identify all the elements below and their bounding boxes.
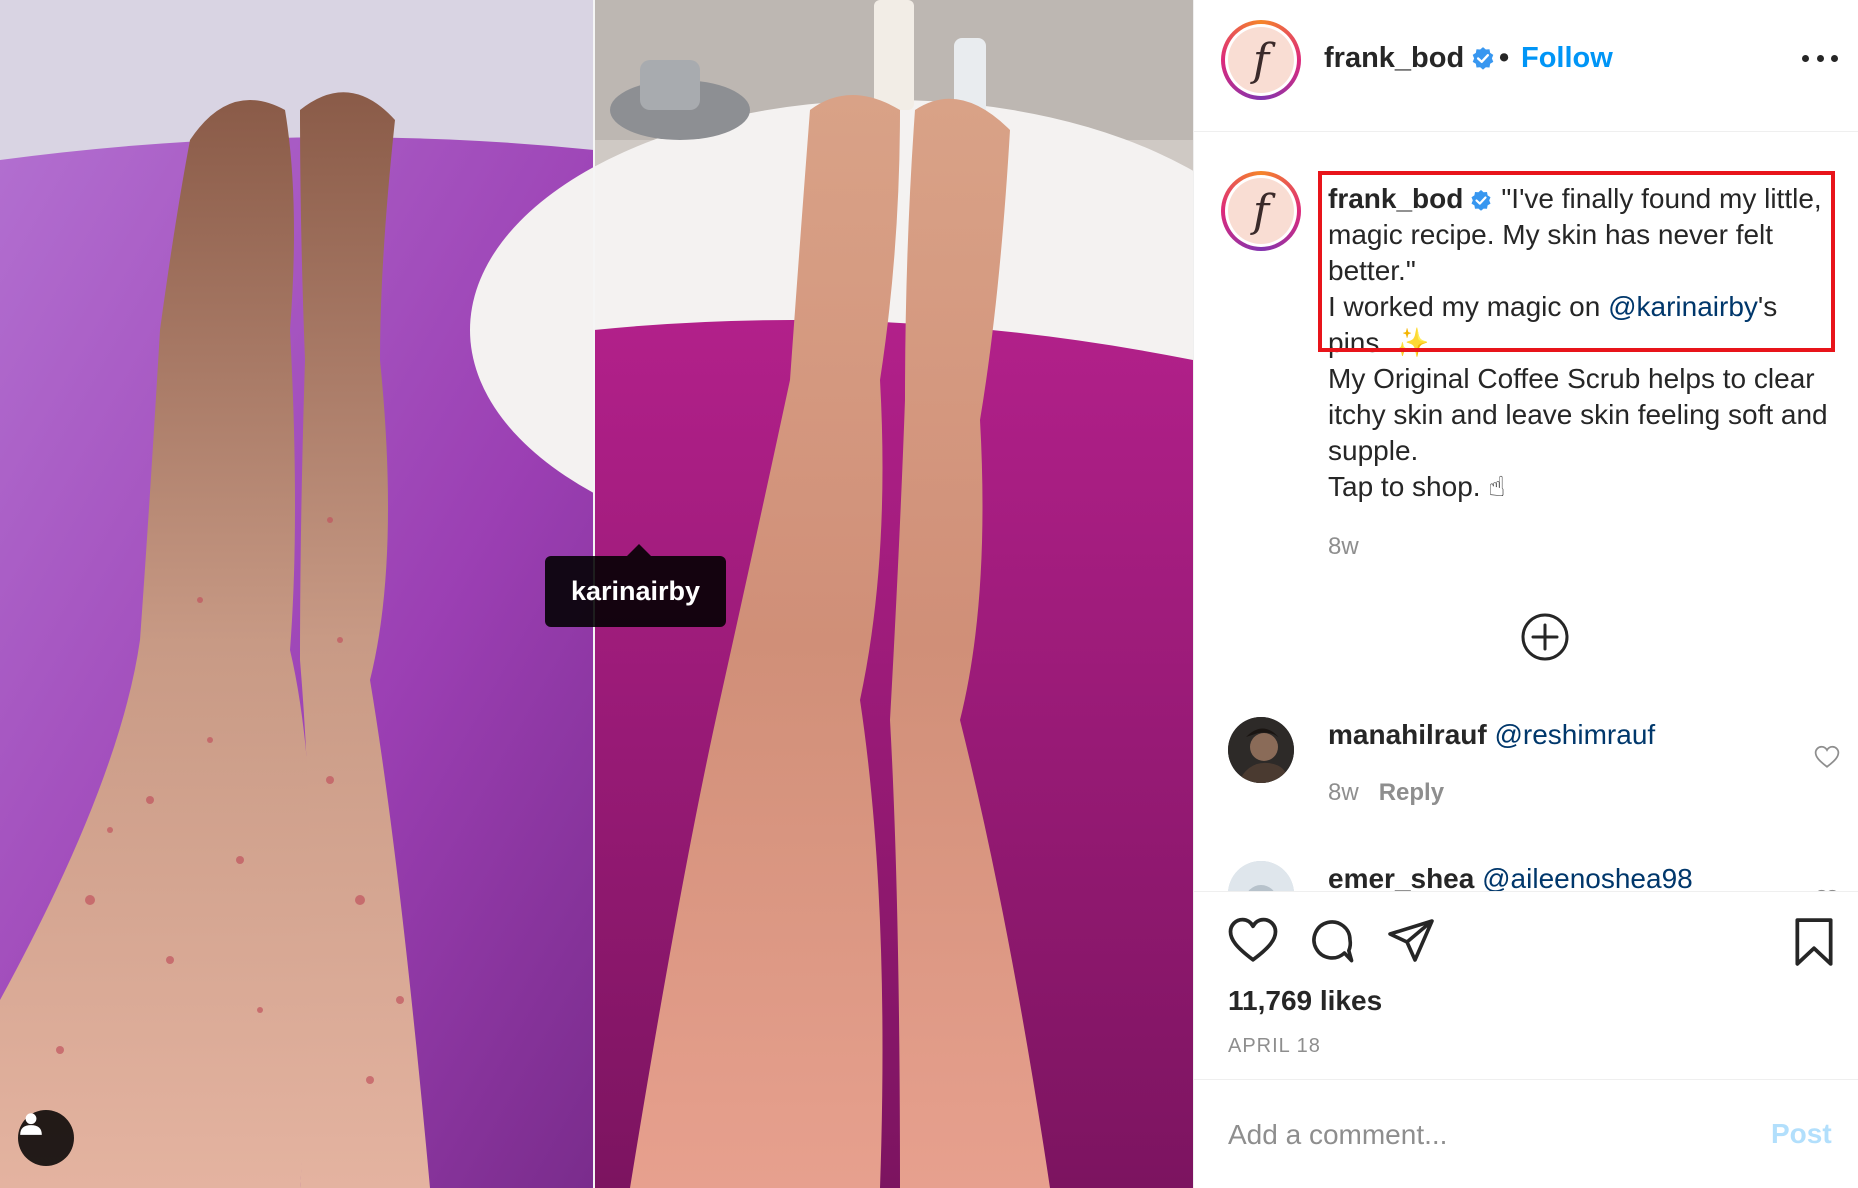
commenter-avatar[interactable] bbox=[1228, 861, 1294, 891]
reply-button[interactable]: Reply bbox=[1379, 779, 1444, 806]
commenter-username[interactable]: emer_shea bbox=[1328, 863, 1474, 891]
add-comment-bar: Post bbox=[1194, 1079, 1858, 1188]
comment-timestamp[interactable]: 8w bbox=[1328, 779, 1359, 806]
comment-input[interactable] bbox=[1228, 1110, 1728, 1160]
verified-badge-icon bbox=[1472, 47, 1494, 70]
caption-shop-text: Tap to shop. ☝ bbox=[1328, 471, 1506, 502]
commenter-avatar-image bbox=[1228, 861, 1294, 891]
commenter-username[interactable]: manahilrauf bbox=[1328, 719, 1487, 750]
tagged-users-button[interactable] bbox=[18, 1110, 74, 1166]
comment-mention-link[interactable]: @reshimrauf bbox=[1494, 719, 1655, 750]
caption-author-avatar[interactable]: f bbox=[1221, 171, 1301, 251]
author-avatar[interactable]: f bbox=[1221, 20, 1301, 100]
likes-count[interactable]: 11,769 likes bbox=[1228, 985, 1382, 1017]
like-heart-icon[interactable] bbox=[1228, 917, 1278, 963]
post-side-panel: f frank_bod • Follow f frank_bod "I've f… bbox=[1193, 0, 1858, 1188]
header-separator: • bbox=[1499, 42, 1510, 74]
comment-like-heart-icon[interactable] bbox=[1814, 745, 1840, 769]
post-date[interactable]: APRIL 18 bbox=[1228, 1035, 1321, 1058]
commenter-avatar-image bbox=[1228, 717, 1294, 783]
user-tag-bubble[interactable]: karinairby bbox=[545, 544, 726, 627]
caption-product-text: My Original Coffee Scrub helps to clear … bbox=[1328, 363, 1828, 466]
more-options-icon[interactable] bbox=[1802, 48, 1838, 68]
post-actions: 11,769 likes APRIL 18 bbox=[1194, 891, 1858, 1081]
comment-bubble-icon[interactable] bbox=[1308, 917, 1356, 965]
caption-avatar-letter: f bbox=[1228, 178, 1294, 244]
post-header: f frank_bod • Follow bbox=[1194, 0, 1858, 132]
author-avatar-letter: f bbox=[1228, 27, 1294, 93]
load-more-comments-icon[interactable] bbox=[1520, 612, 1570, 662]
comment-meta: 8w Reply bbox=[1328, 779, 1444, 807]
caption-timestamp[interactable]: 8w bbox=[1328, 533, 1359, 561]
author-username[interactable]: frank_bod bbox=[1324, 42, 1496, 75]
post-photo[interactable]: karinairby bbox=[0, 0, 1193, 1188]
share-send-icon[interactable] bbox=[1386, 917, 1436, 965]
user-tag-label: karinairby bbox=[570, 576, 701, 606]
comment-text: manahilrauf @reshimrauf bbox=[1328, 719, 1655, 751]
comment-text: emer_shea @aileenoshea98 bbox=[1328, 863, 1693, 891]
follow-button[interactable]: Follow bbox=[1521, 42, 1613, 75]
person-icon bbox=[20, 1113, 42, 1135]
comments-list[interactable]: f frank_bod "I've finally found my littl… bbox=[1194, 133, 1858, 891]
post-comment-button[interactable]: Post bbox=[1771, 1118, 1832, 1150]
author-username-text: frank_bod bbox=[1324, 42, 1465, 74]
caption-highlight-box bbox=[1318, 171, 1835, 352]
save-bookmark-icon[interactable] bbox=[1792, 917, 1836, 967]
comment-mention-link[interactable]: @aileenoshea98 bbox=[1482, 863, 1693, 891]
commenter-avatar[interactable] bbox=[1228, 717, 1294, 783]
